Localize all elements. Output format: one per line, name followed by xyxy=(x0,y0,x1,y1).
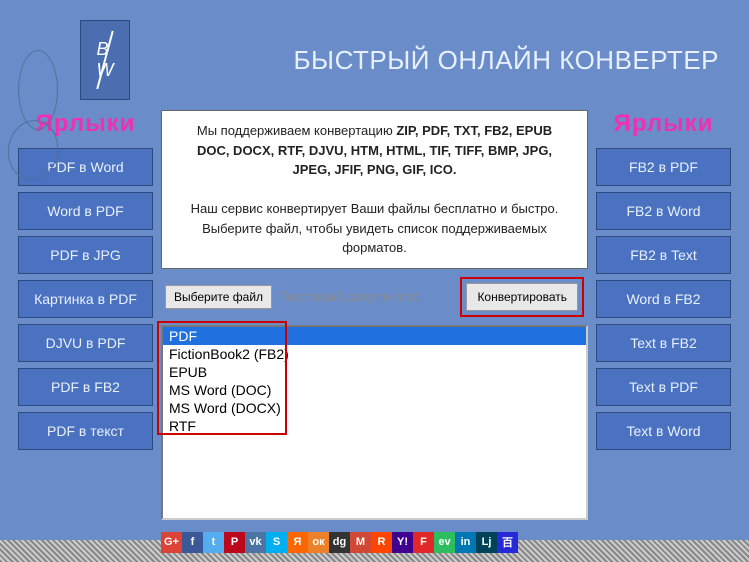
sidebar-left-item[interactable]: DJVU в PDF xyxy=(18,324,153,362)
sidebar-left-item[interactable]: PDF в FB2 xyxy=(18,368,153,406)
convert-highlight: Конвертировать xyxy=(460,277,584,317)
social-icon[interactable]: Y! xyxy=(392,532,413,553)
social-icon[interactable]: G+ xyxy=(161,532,182,553)
social-icon[interactable]: in xyxy=(455,532,476,553)
social-icon[interactable]: M xyxy=(350,532,371,553)
sidebar-left-item[interactable]: Word в PDF xyxy=(18,192,153,230)
social-icon[interactable]: R xyxy=(371,532,392,553)
social-icon[interactable]: 百 xyxy=(497,532,518,553)
social-icon[interactable]: ок xyxy=(308,532,329,553)
choose-file-button[interactable]: Выберите файл xyxy=(165,285,272,309)
info-text2: Наш сервис конвертирует Ваши файлы беспл… xyxy=(191,201,559,255)
format-option[interactable]: RTF xyxy=(163,417,586,435)
sidebar-right-item[interactable]: Text в PDF xyxy=(596,368,731,406)
format-option[interactable]: FictionBook2 (FB2) xyxy=(163,345,586,363)
sidebar-left-item[interactable]: PDF в JPG xyxy=(18,236,153,274)
site-logo[interactable]: BW xyxy=(80,20,130,100)
social-icon[interactable]: P xyxy=(224,532,245,553)
format-option[interactable]: PDF xyxy=(163,327,586,345)
sidebar-right: Ярлыки FB2 в PDF FB2 в Word FB2 в Text Word… xyxy=(596,110,731,557)
format-option[interactable]: EPUB xyxy=(163,363,586,381)
social-icon[interactable]: F xyxy=(413,532,434,553)
social-icon[interactable]: f xyxy=(182,532,203,553)
decorative-oval xyxy=(18,50,58,130)
sidebar-right-title: Ярлыки xyxy=(596,110,731,138)
info-text: Мы поддерживаем конвертацию xyxy=(197,123,396,138)
social-icon[interactable]: t xyxy=(203,532,224,553)
sidebar-left-item[interactable]: PDF в текст xyxy=(18,412,153,450)
sidebar-right-item[interactable]: Word в FB2 xyxy=(596,280,731,318)
convert-button[interactable]: Конвертировать xyxy=(466,283,578,311)
selected-filename: Текстовый документ.txt xyxy=(280,289,419,304)
social-icon[interactable]: S xyxy=(266,532,287,553)
sidebar-right-item[interactable]: Text в Word xyxy=(596,412,731,450)
social-icon[interactable]: vk xyxy=(245,532,266,553)
format-option[interactable]: MS Word (DOC) xyxy=(163,381,586,399)
sidebar-right-item[interactable]: Text в FB2 xyxy=(596,324,731,362)
sidebar-left-item[interactable]: Картинка в PDF xyxy=(18,280,153,318)
social-icon[interactable]: dg xyxy=(329,532,350,553)
sidebar-right-item[interactable]: FB2 в Text xyxy=(596,236,731,274)
header: BW БЫСТРЫЙ ОНЛАЙН КОНВЕРТЕР xyxy=(10,10,739,110)
social-icon[interactable]: Я xyxy=(287,532,308,553)
social-row: G+ftPvkSЯокdgMRY!FevinLj百 xyxy=(161,528,588,557)
info-box: Мы поддерживаем конвертацию ZIP, PDF, TX… xyxy=(161,110,588,269)
sidebar-right-item[interactable]: FB2 в PDF xyxy=(596,148,731,186)
format-list[interactable]: PDFFictionBook2 (FB2)EPUBMS Word (DOC)MS… xyxy=(161,325,588,520)
format-option[interactable]: MS Word (DOCX) xyxy=(163,399,586,417)
social-icon[interactable]: Lj xyxy=(476,532,497,553)
social-icon[interactable]: ev xyxy=(434,532,455,553)
sidebar-right-item[interactable]: FB2 в Word xyxy=(596,192,731,230)
site-title: БЫСТРЫЙ ОНЛАЙН КОНВЕРТЕР xyxy=(293,45,719,76)
